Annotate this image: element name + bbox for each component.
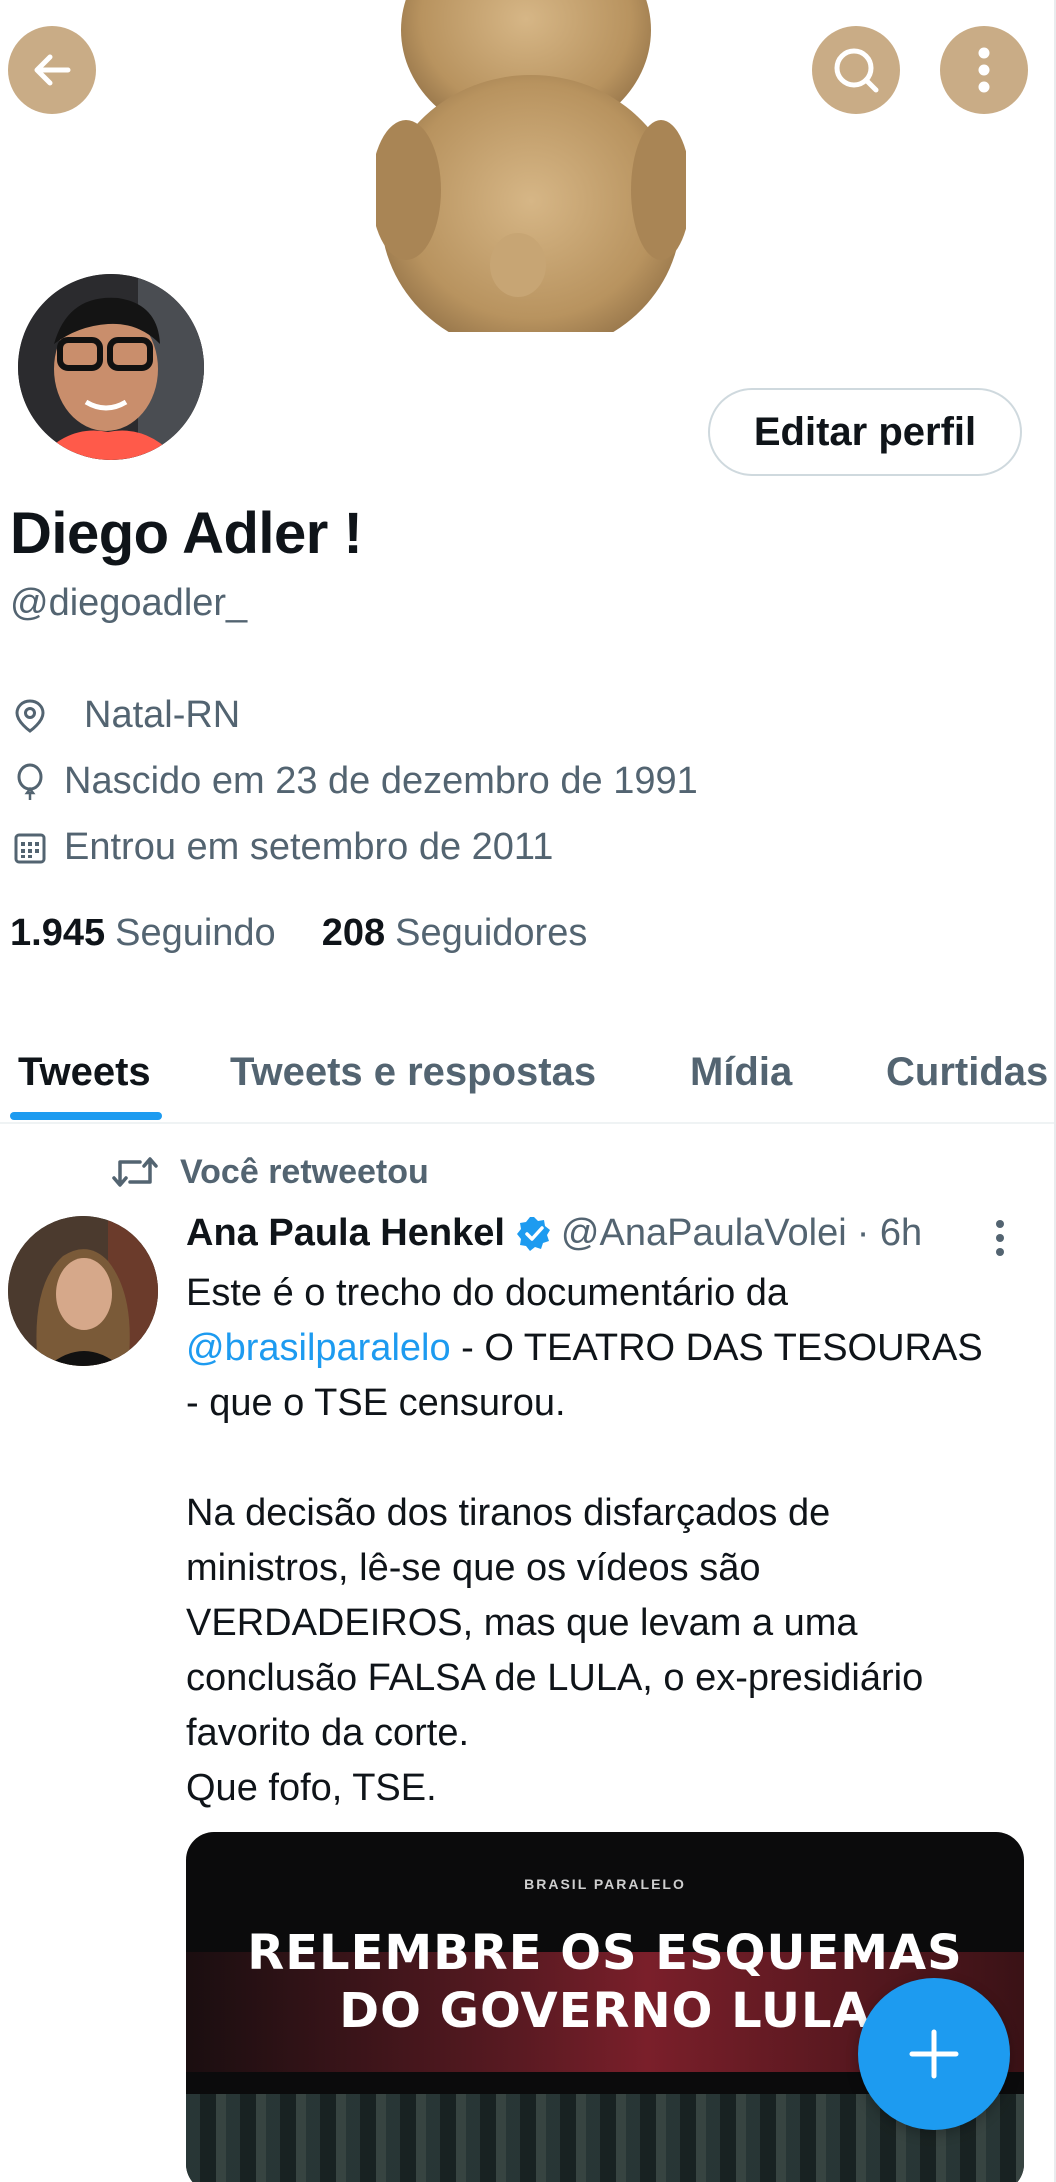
tab-media[interactable]: Mídia [690,1020,792,1124]
more-options-button[interactable] [940,26,1028,114]
tab-tweets[interactable]: Tweets [18,1020,151,1124]
author-photo [8,1216,158,1366]
birthday-text: Nascido em 23 de dezembro de 1991 [64,760,698,802]
tweet-line-3: - que o TSE censurou. [186,1382,566,1424]
calendar-icon [10,828,50,868]
back-button[interactable] [8,26,96,114]
following-link[interactable]: 1.945 Seguindo [10,912,276,955]
following-label: Seguindo [115,912,276,954]
joined-text: Entrou em setembro de 2011 [64,826,554,868]
following-count: 1.945 [10,912,106,954]
tweet-more-icon[interactable] [990,1218,1010,1258]
profile-avatar[interactable] [14,270,208,464]
tweet-paragraph-3: Que fofo, TSE. [186,1767,437,1809]
tweet-line-2: - O TEATRO DAS TESOURAS [450,1327,983,1369]
follow-stats: 1.945 Seguindo 208 Seguidores [10,912,633,955]
tweet-author-avatar[interactable] [8,1216,158,1366]
active-tab-indicator [10,1112,162,1120]
edit-profile-button[interactable]: Editar perfil [708,388,1022,476]
retweet-context: Você retweetou [112,1152,429,1192]
profile-handle: @diegoadler_ [10,582,248,624]
arrow-left-icon [34,54,71,86]
compose-tweet-button[interactable] [858,1978,1010,2130]
followers-link[interactable]: 208 Seguidores [322,912,588,955]
avatar-photo [18,274,204,460]
profile-location: Natal-RN [10,694,240,737]
retweet-label: Você retweetou [180,1152,429,1191]
tweet-text: Este é o trecho do documentário da @bras… [186,1266,1026,1816]
media-brand-logo: BRASIL PARALELO [524,1876,686,1892]
profile-joined: Entrou em setembro de 2011 [10,826,553,869]
retweet-icon [112,1152,158,1192]
tweet-author-name[interactable]: Ana Paula Henkel [186,1212,505,1255]
profile-tabs: Tweets Tweets e respostas Mídia Curtidas [0,1020,1056,1124]
tweet-header: Ana Paula Henkel @AnaPaulaVolei · 6h [186,1212,922,1255]
balloon-icon [10,762,50,802]
tweet-time[interactable]: · 6h [857,1212,922,1255]
tweet-line-1: Este é o trecho do documentário da [186,1272,789,1314]
search-icon [834,48,879,93]
tab-likes[interactable]: Curtidas [886,1020,1048,1124]
verified-badge-icon [516,1216,550,1251]
followers-label: Seguidores [395,912,588,954]
search-button[interactable] [812,26,900,114]
media-headline-line-1: RELEMBRE OS ESQUEMAS [247,1925,963,1981]
location-pin-icon [10,696,50,736]
tab-tweets-replies[interactable]: Tweets e respostas [230,1020,596,1124]
tweet-mention-link[interactable]: @brasilparalelo [186,1327,451,1369]
more-vertical-icon [978,47,990,93]
tweet-paragraph-2: Na decisão dos tiranos disfarçados de mi… [186,1492,924,1754]
profile-birthday: Nascido em 23 de dezembro de 1991 [10,760,698,803]
tweet-author-handle[interactable]: @AnaPaulaVolei [561,1212,847,1255]
banner-teddy-bear-image [376,0,686,352]
profile-name: Diego Adler ! [10,501,363,566]
plus-icon [909,2029,959,2079]
location-text: Natal-RN [84,694,241,736]
followers-count: 208 [321,912,386,954]
